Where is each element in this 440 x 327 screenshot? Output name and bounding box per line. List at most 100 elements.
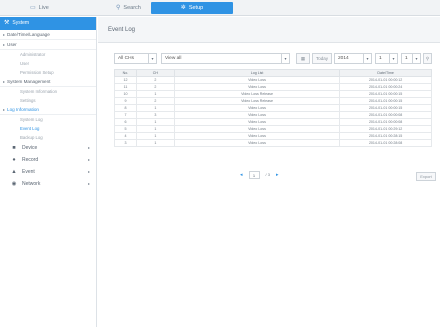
chevron-down-icon: ▾ [281, 54, 289, 63]
table-header-row: No. CH Log List Date/Time [114, 69, 432, 77]
cell-ch: 1 [135, 118, 175, 126]
tab-live-label: Live [38, 5, 49, 11]
main-content: Event Log All CHs ▾ View all ▾ ▦ Today 2… [98, 17, 440, 327]
calendar-icon: ▦ [300, 56, 306, 61]
cell-no: 8 [114, 104, 137, 112]
event-icon: ▲ [11, 169, 17, 175]
cell-log: Video Loss [173, 76, 341, 84]
table-row[interactable]: 10 1 Video Loss Release 2014-01-01 00:00:15 [114, 90, 432, 98]
cell-log: Video Loss [173, 118, 341, 126]
bullet-icon: ▸ [3, 78, 6, 84]
sidebar-header-label: System [12, 20, 30, 26]
day-select-value: 1 [405, 56, 408, 61]
tab-search-label: Search [123, 5, 141, 11]
table-row[interactable]: 6 1 Video Loss 2014-01-01 00:00:08 [114, 118, 432, 126]
cell-ch: 2 [135, 83, 175, 91]
cell-ch: 1 [135, 90, 175, 98]
sidebar-subitem-system-log[interactable]: System Log [0, 115, 96, 124]
sidebar-item-label: Event [22, 169, 35, 175]
sidebar-subitem-system-information[interactable]: System Information [0, 87, 96, 96]
sidebar-item-network[interactable]: ◉ Network ▸ [0, 178, 96, 190]
column-header-date-time: Date/Time [339, 69, 432, 77]
chevron-down-icon: ▾ [389, 54, 397, 63]
chevron-right-icon: ▸ [87, 157, 90, 162]
camera-icon: ■ [12, 145, 16, 151]
table-row[interactable]: 9 2 Video Loss Release 2014-01-01 00:00:15 [114, 97, 432, 105]
sidebar-item-device[interactable]: ■ Device ▸ [0, 142, 96, 154]
table-row[interactable]: 7 3 Video Loss 2014-01-01 00:00:08 [114, 111, 432, 119]
sidebar: ⚒ System ▸ Date/Time/Language ▸ User Adm… [0, 17, 97, 327]
calendar-button[interactable]: ▦ [296, 53, 310, 64]
cell-no: 11 [114, 83, 137, 91]
cell-log: Video Loss [173, 125, 341, 133]
app-window: ▭ Live ⚲ Search ✲ Setup ⚒ System ▸ Date/… [0, 0, 440, 327]
cell-datetime: 2014-01-01 00:00:15 [339, 104, 432, 112]
prev-page-icon[interactable]: ◂ [240, 172, 243, 178]
export-button[interactable]: Export [416, 172, 436, 181]
cell-datetime: 2014-01-01 00:29:12 [339, 125, 432, 133]
sidebar-item-label: Device [22, 145, 38, 151]
cell-ch: 3 [135, 111, 175, 119]
sidebar-item-label: System Management [7, 78, 51, 84]
cell-no: 3 [114, 139, 137, 147]
cell-log: Video Loss [173, 132, 341, 140]
cell-ch: 1 [135, 104, 175, 112]
sidebar-item-log-information[interactable]: ▸ Log Information [0, 105, 96, 115]
cell-ch: 1 [135, 132, 175, 140]
cell-no: 5 [114, 125, 137, 133]
cell-log: Video Loss [173, 139, 341, 147]
cell-datetime: 2014-01-01 00:00:24 [339, 83, 432, 91]
table-row[interactable]: 3 1 Video Loss 2014-01-01 00:28:08 [114, 139, 432, 147]
tab-live[interactable]: ▭ Live [30, 2, 49, 14]
table-row[interactable]: 5 1 Video Loss 2014-01-01 00:29:12 [114, 125, 432, 133]
event-type-select-value: View all [165, 56, 182, 61]
table-row[interactable]: 8 1 Video Loss 2014-01-01 00:00:15 [114, 104, 432, 112]
tab-setup-label: Setup [188, 5, 204, 11]
sidebar-item-record[interactable]: ● Record ▸ [0, 154, 96, 166]
search-button[interactable]: ⚲ [423, 53, 432, 64]
chevron-down-icon: ▾ [363, 54, 371, 63]
cell-log: Video Loss [173, 104, 341, 112]
today-button[interactable]: Today [312, 53, 332, 64]
sidebar-item-event[interactable]: ▲ Event ▸ [0, 166, 96, 178]
sidebar-subitem-administrator[interactable]: Administrator [0, 50, 96, 59]
sidebar-item-date-time-language[interactable]: ▸ Date/Time/Language [0, 30, 96, 40]
page-total: / 3 [265, 172, 270, 177]
cell-log: Video Loss Release [173, 97, 341, 105]
search-icon: ⚲ [425, 56, 430, 61]
table-row[interactable]: 4 1 Video Loss 2014-01-01 00:28:15 [114, 132, 432, 140]
system-icon: ⚒ [4, 20, 10, 26]
year-select[interactable]: 2014 ▾ [334, 53, 372, 64]
network-icon: ◉ [11, 181, 17, 187]
sidebar-subitem-user[interactable]: User [0, 59, 96, 68]
sidebar-item-label: Record [22, 157, 39, 163]
event-type-select[interactable]: View all ▾ [161, 53, 290, 64]
table-row[interactable]: 12 2 Video Loss 2014-01-01 00:00:12 [114, 76, 432, 84]
event-log-table: No. CH Log List Date/Time 12 2 Video Loss 2… [114, 69, 432, 147]
chevron-right-icon: ▸ [87, 145, 90, 150]
sidebar-item-system-management[interactable]: ▸ System Management [0, 77, 96, 87]
sidebar-item-label: User [7, 41, 17, 47]
cell-ch: 1 [135, 139, 175, 147]
cell-no: 6 [114, 118, 137, 126]
next-page-icon[interactable]: ▸ [276, 172, 279, 178]
sidebar-item-user[interactable]: ▸ User [0, 40, 96, 50]
tab-search[interactable]: ⚲ Search [116, 2, 141, 14]
sidebar-subitem-event-log[interactable]: Event Log [0, 124, 96, 133]
column-header-ch: CH [135, 69, 175, 77]
day-select[interactable]: 1 ▾ [401, 53, 421, 64]
pagination: ◂ 1 / 3 ▸ [240, 169, 278, 180]
cell-datetime: 2014-01-01 00:00:15 [339, 97, 432, 105]
cell-datetime: 2014-01-01 00:28:08 [339, 139, 432, 147]
page-number-input[interactable]: 1 [248, 170, 260, 179]
table-row[interactable]: 11 2 Video Loss 2014-01-01 00:00:24 [114, 83, 432, 91]
tab-setup[interactable]: ✲ Setup [151, 2, 233, 14]
channel-select[interactable]: All CHs ▾ [114, 53, 157, 64]
cell-no: 4 [114, 132, 137, 140]
column-header-no[interactable]: No. [114, 69, 137, 77]
month-select[interactable]: 1 ▾ [375, 53, 398, 64]
sidebar-header-system[interactable]: ⚒ System [0, 17, 96, 30]
sidebar-subitem-backup-log[interactable]: Backup Log [0, 133, 96, 142]
cell-no: 12 [114, 76, 137, 84]
month-select-value: 1 [379, 56, 382, 61]
